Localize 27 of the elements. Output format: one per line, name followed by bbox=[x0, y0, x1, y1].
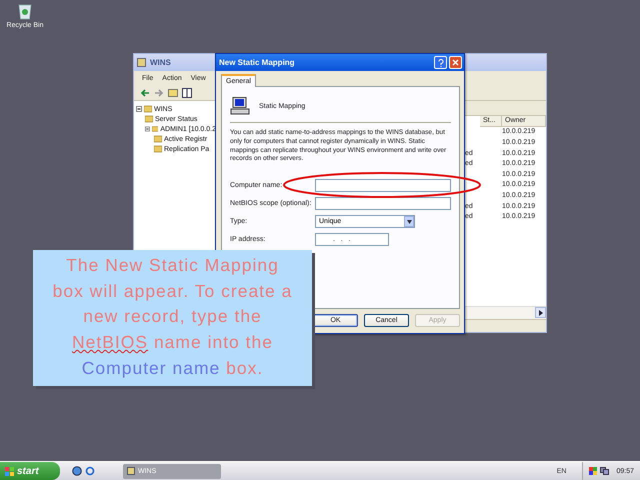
collapse-icon[interactable] bbox=[136, 106, 142, 112]
right-arrow-icon bbox=[538, 310, 542, 316]
windows-logo-icon bbox=[5, 466, 14, 476]
instruction-callout: The New Static Mapping box will appear. To create a new record, type the NetBIOS name into the Computer name box. bbox=[33, 250, 312, 386]
back-arrow-icon bbox=[140, 88, 150, 98]
text-field[interactable] bbox=[315, 179, 451, 192]
text-field[interactable] bbox=[315, 197, 451, 210]
panes-icon bbox=[182, 88, 192, 98]
computer-icon bbox=[230, 97, 250, 115]
tray-flag-icon bbox=[589, 467, 598, 475]
dialog-title: New Static Mapping bbox=[219, 58, 295, 67]
up-folder-icon bbox=[168, 88, 178, 98]
close-button[interactable] bbox=[449, 56, 462, 69]
browser-icon bbox=[85, 466, 95, 476]
dropdown-arrow-icon bbox=[406, 220, 412, 224]
help-icon bbox=[438, 58, 444, 66]
forward-arrow-icon bbox=[154, 88, 164, 98]
network-icon bbox=[600, 467, 610, 475]
trash-bin-icon bbox=[17, 2, 33, 20]
server-icon bbox=[127, 467, 135, 475]
server-icon bbox=[137, 58, 146, 67]
window-title: WINS bbox=[150, 58, 171, 67]
collapse-icon[interactable] bbox=[145, 126, 150, 132]
scroll-right-button[interactable] bbox=[535, 307, 546, 318]
globe-icon bbox=[72, 466, 82, 476]
help-button[interactable] bbox=[434, 56, 447, 69]
close-icon bbox=[452, 59, 459, 66]
